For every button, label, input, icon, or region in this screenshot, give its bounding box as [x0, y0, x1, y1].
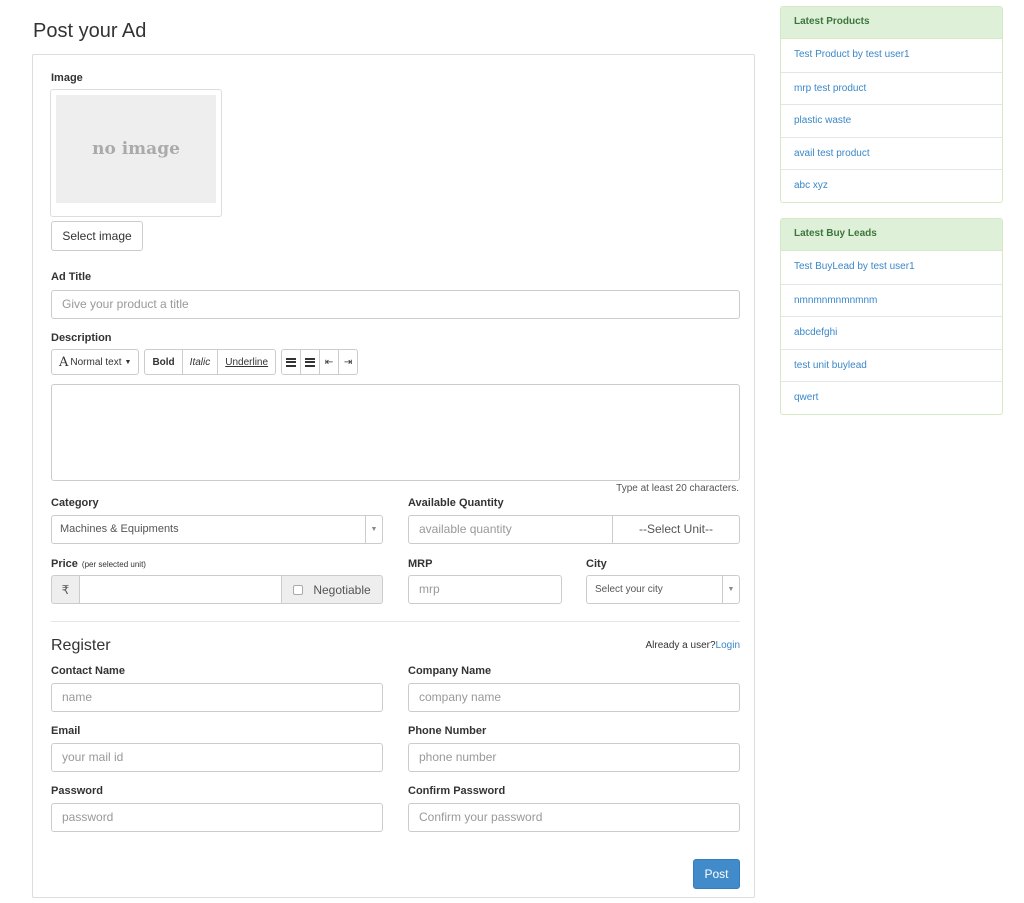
- password-input[interactable]: password: [51, 803, 383, 832]
- login-link[interactable]: Login: [716, 640, 740, 651]
- product-link[interactable]: mrp test product: [781, 71, 1002, 105]
- price-input[interactable]: [79, 575, 282, 604]
- ad-title-input[interactable]: Give your product a title: [51, 290, 740, 319]
- negotiable-addon[interactable]: Negotiable: [281, 575, 383, 604]
- category-select[interactable]: Machines & Equipments ▼: [51, 515, 383, 544]
- no-image-placeholder: no image: [56, 95, 216, 203]
- email-input[interactable]: your mail id: [51, 743, 383, 772]
- section-divider: [51, 621, 740, 622]
- mrp-label: MRP: [408, 558, 433, 570]
- description-hint: Type at least 20 characters.: [616, 483, 739, 494]
- font-icon: A: [59, 354, 69, 370]
- already-user-text: Already a user?: [645, 640, 716, 651]
- company-name-label: Company Name: [408, 665, 492, 677]
- product-link[interactable]: plastic waste: [781, 104, 1002, 137]
- outdent-button[interactable]: ⇤: [319, 349, 340, 375]
- available-quantity-input[interactable]: available quantity: [408, 515, 613, 544]
- available-quantity-label: Available Quantity: [408, 497, 504, 509]
- font-style-label: Normal text: [70, 356, 122, 368]
- ordered-list-button[interactable]: [300, 349, 321, 375]
- price-label: Price (per selected unit): [51, 558, 146, 570]
- phone-label: Phone Number: [408, 725, 487, 737]
- product-link[interactable]: avail test product: [781, 136, 1002, 170]
- buy-lead-link[interactable]: test unit buylead: [781, 348, 1002, 382]
- latest-buy-leads-panel: Latest Buy Leads Test BuyLead by test us…: [780, 218, 1003, 415]
- phone-input[interactable]: phone number: [408, 743, 740, 772]
- email-label: Email: [51, 725, 81, 737]
- rupee-addon: ₹: [51, 575, 80, 604]
- image-preview: no image: [50, 89, 222, 217]
- mrp-input[interactable]: mrp: [408, 575, 562, 604]
- underline-button[interactable]: Underline: [217, 349, 277, 375]
- contact-name-label: Contact Name: [51, 665, 125, 677]
- latest-products-list: Test Product by test user1 mrp test prod…: [781, 39, 1002, 202]
- product-link[interactable]: abc xyz: [781, 169, 1002, 202]
- confirm-password-label: Confirm Password: [408, 785, 506, 797]
- city-label: City: [586, 558, 607, 570]
- caret-down-icon: ▼: [365, 516, 382, 543]
- font-style-dropdown[interactable]: A Normal text ▼: [51, 349, 140, 375]
- page-title: Post your Ad: [33, 20, 147, 42]
- caret-down-icon: ▼: [124, 358, 132, 366]
- confirm-password-input[interactable]: Confirm your password: [408, 803, 740, 832]
- password-label: Password: [51, 785, 103, 797]
- description-textarea[interactable]: [51, 384, 740, 481]
- bold-button[interactable]: Bold: [144, 349, 183, 375]
- negotiable-checkbox[interactable]: [293, 584, 304, 595]
- unit-select[interactable]: --Select Unit--: [612, 515, 740, 544]
- caret-down-icon: ▼: [722, 576, 739, 603]
- contact-name-input[interactable]: name: [51, 683, 383, 712]
- image-label: Image: [51, 72, 83, 84]
- buy-lead-link[interactable]: Test BuyLead by test user1: [781, 251, 1002, 284]
- indent-icon: ⇥: [343, 356, 353, 368]
- outdent-icon: ⇤: [324, 356, 334, 368]
- buy-lead-link[interactable]: nmnmnmnmnmnm: [781, 283, 1002, 317]
- buy-lead-link[interactable]: qwert: [781, 381, 1002, 414]
- register-title: Register: [51, 637, 111, 654]
- italic-button[interactable]: Italic: [181, 349, 219, 375]
- price-label-text: Price: [51, 558, 78, 570]
- negotiable-label: Negotiable: [313, 582, 371, 597]
- latest-buy-leads-list: Test BuyLead by test user1 nmnmnmnmnmnm …: [781, 251, 1002, 414]
- category-value: Machines & Equipments: [60, 523, 179, 535]
- description-label: Description: [51, 332, 112, 344]
- login-prompt: Already a user?Login: [645, 640, 740, 651]
- price-sublabel: (per selected unit): [81, 560, 146, 569]
- product-link[interactable]: Test Product by test user1: [781, 39, 1002, 72]
- city-select[interactable]: Select your city ▼: [586, 575, 740, 604]
- editor-toolbar: A Normal text ▼ Bold Italic Underline ⇤ …: [51, 349, 363, 375]
- category-label: Category: [51, 497, 99, 509]
- latest-products-panel: Latest Products Test Product by test use…: [780, 6, 1003, 203]
- rupee-icon: ₹: [61, 582, 70, 597]
- no-image-text: no image: [92, 139, 180, 159]
- post-button[interactable]: Post: [693, 859, 740, 889]
- indent-button[interactable]: ⇥: [338, 349, 359, 375]
- ordered-list-icon: [305, 357, 316, 367]
- select-image-button[interactable]: Select image: [51, 221, 143, 251]
- unordered-list-button[interactable]: [281, 349, 302, 375]
- latest-products-title: Latest Products: [781, 7, 1002, 39]
- ad-title-label: Ad Title: [51, 271, 92, 283]
- latest-buy-leads-title: Latest Buy Leads: [781, 219, 1002, 251]
- city-value: Select your city: [595, 584, 663, 595]
- buy-lead-link[interactable]: abcdefghi: [781, 316, 1002, 349]
- company-name-input[interactable]: company name: [408, 683, 740, 712]
- unordered-list-icon: [286, 357, 297, 367]
